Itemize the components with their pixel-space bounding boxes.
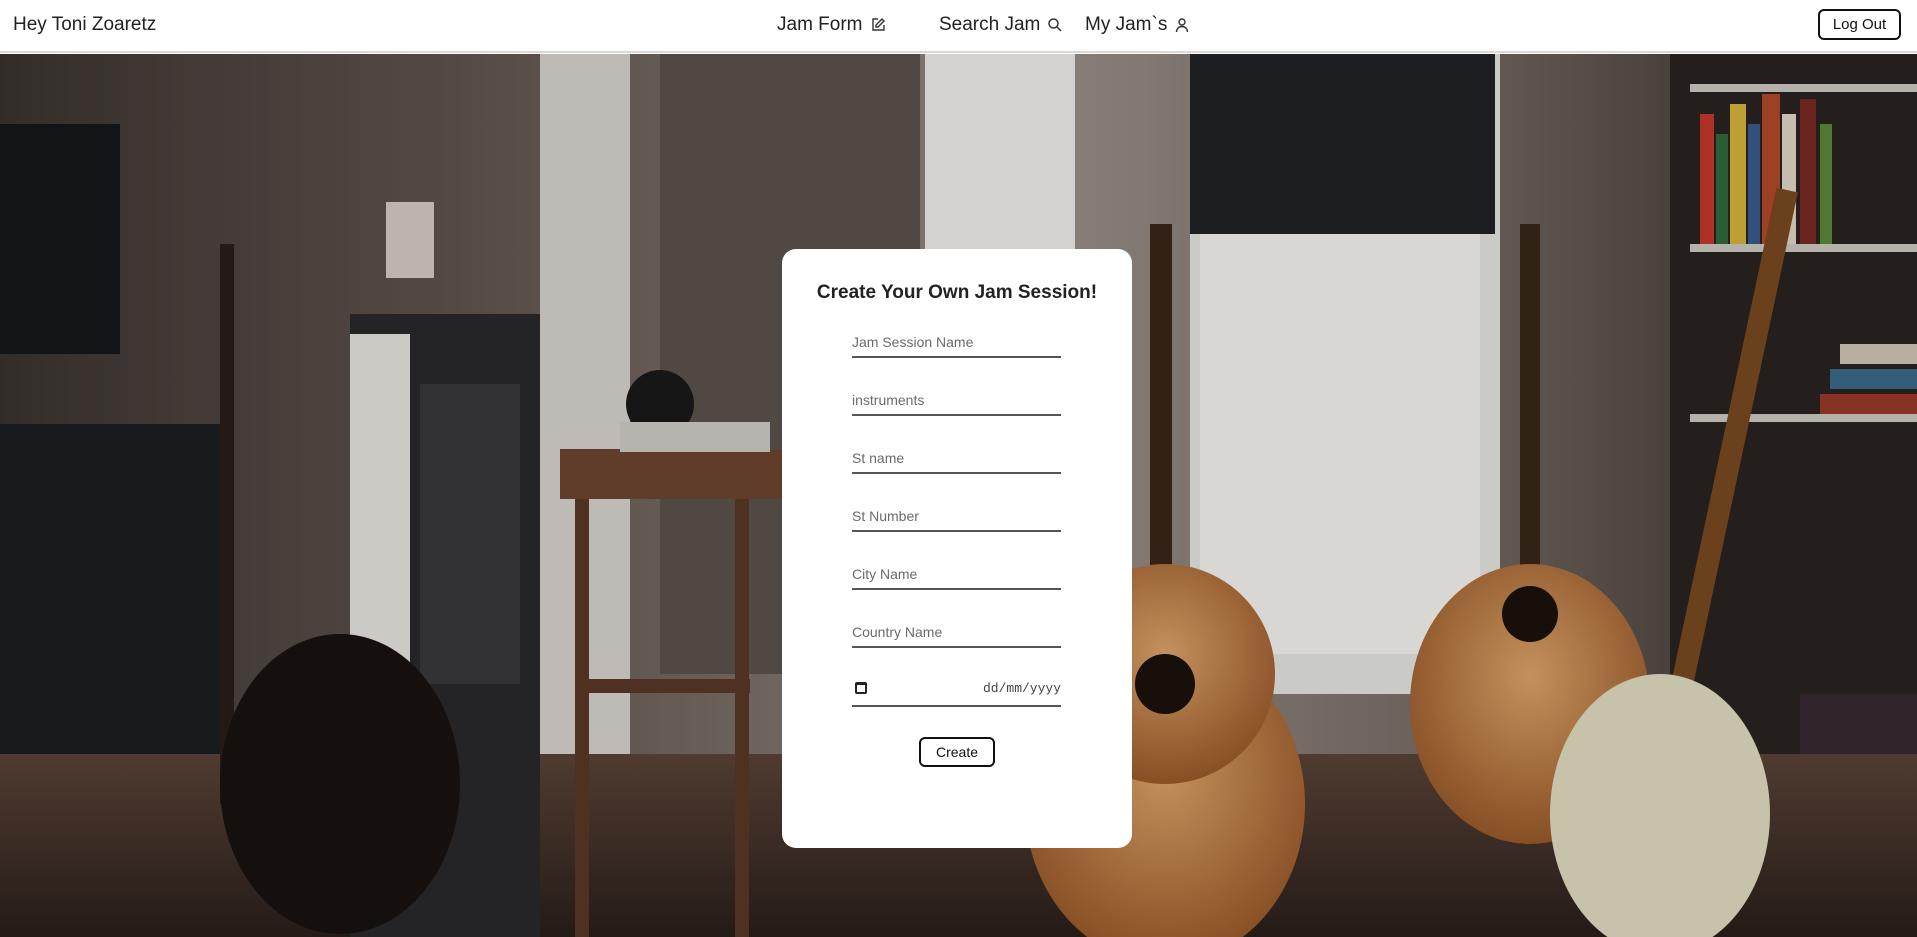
calendar-icon[interactable]	[855, 682, 867, 694]
search-icon	[1048, 18, 1062, 32]
city-name-input[interactable]	[852, 560, 1061, 590]
nav-jam-form[interactable]: Jam Form	[777, 14, 886, 36]
form-title: Create Your Own Jam Session!	[816, 282, 1098, 303]
top-navbar: Hey Toni Zoaretz Jam Form Search Jam My …	[0, 0, 1917, 53]
nav-my-jams[interactable]: My Jam`s	[1085, 14, 1190, 36]
nav-my-jams-label: My Jam`s	[1085, 14, 1168, 35]
jam-form-card: Create Your Own Jam Session! dd/mm/yyyy …	[782, 249, 1132, 848]
create-button[interactable]: Create	[919, 737, 995, 767]
jam-session-name-input[interactable]	[852, 328, 1061, 358]
street-number-input[interactable]	[852, 502, 1061, 532]
greeting-text: Hey Toni Zoaretz	[13, 14, 157, 35]
nav-search-jam[interactable]: Search Jam	[939, 14, 1063, 36]
instruments-input[interactable]	[852, 386, 1061, 416]
date-input[interactable]: dd/mm/yyyy	[852, 671, 1061, 707]
hero-background: Create Your Own Jam Session! dd/mm/yyyy …	[0, 54, 1917, 937]
street-name-input[interactable]	[852, 444, 1061, 474]
nav-search-jam-label: Search Jam	[939, 14, 1041, 35]
user-icon	[1176, 18, 1189, 33]
country-name-input[interactable]	[852, 618, 1061, 648]
edit-icon	[871, 18, 885, 31]
nav-jam-form-label: Jam Form	[777, 14, 863, 35]
date-placeholder: dd/mm/yyyy	[982, 680, 1061, 696]
logout-button[interactable]: Log Out	[1818, 9, 1901, 40]
